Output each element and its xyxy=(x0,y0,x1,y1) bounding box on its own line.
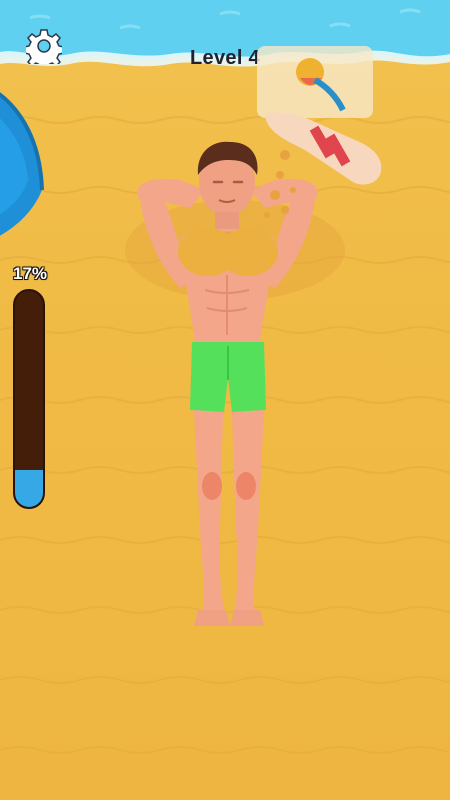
game-scene[interactable]: Level 4 17% xyxy=(0,0,450,800)
beach-umbrella xyxy=(0,92,44,236)
lotion-hand xyxy=(257,46,382,218)
progress-bar-fill xyxy=(15,470,43,507)
progress-percent: 17% xyxy=(12,264,48,283)
progress-bar xyxy=(13,289,45,509)
